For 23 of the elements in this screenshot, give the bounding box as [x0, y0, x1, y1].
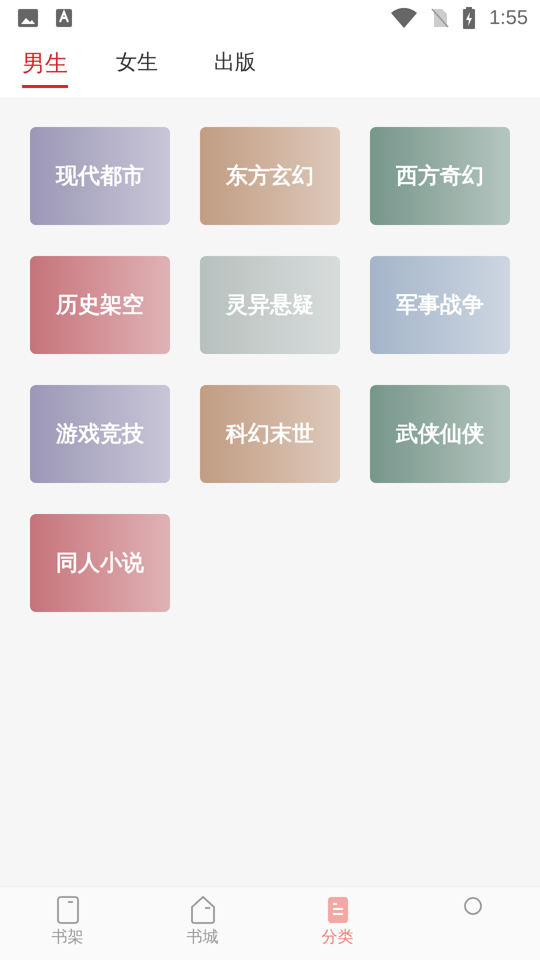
nav-tab[interactable]: 书城	[135, 887, 270, 960]
genre-card[interactable]: 现代都市	[30, 127, 170, 225]
text-icon	[56, 9, 72, 27]
genre-card[interactable]: 东方玄幻	[200, 127, 340, 225]
nav-tab[interactable]: 分类	[270, 887, 405, 960]
genre-card[interactable]: 科幻末世	[200, 385, 340, 483]
category-tab[interactable]: 出版	[214, 36, 312, 90]
status-time: 1:55	[489, 6, 528, 30]
genre-card[interactable]: 游戏竞技	[30, 385, 170, 483]
book-icon	[54, 895, 80, 925]
category-tab[interactable]: 男生	[22, 36, 68, 88]
battery-icon	[463, 7, 476, 29]
image-icon	[18, 9, 38, 27]
wifi-icon	[391, 8, 418, 28]
genre-card[interactable]: 西方奇幻	[370, 127, 510, 225]
house-icon	[190, 895, 216, 925]
genre-card[interactable]: 历史架空	[30, 256, 170, 354]
category-tab[interactable]: 女生	[116, 36, 214, 90]
genre-card[interactable]: 武侠仙侠	[370, 385, 510, 483]
genre-card[interactable]: 军事战争	[370, 256, 510, 354]
no-sim-icon	[431, 8, 450, 28]
genre-card[interactable]: 同人小说	[30, 514, 170, 612]
nav-tab[interactable]: 书架	[0, 887, 135, 960]
